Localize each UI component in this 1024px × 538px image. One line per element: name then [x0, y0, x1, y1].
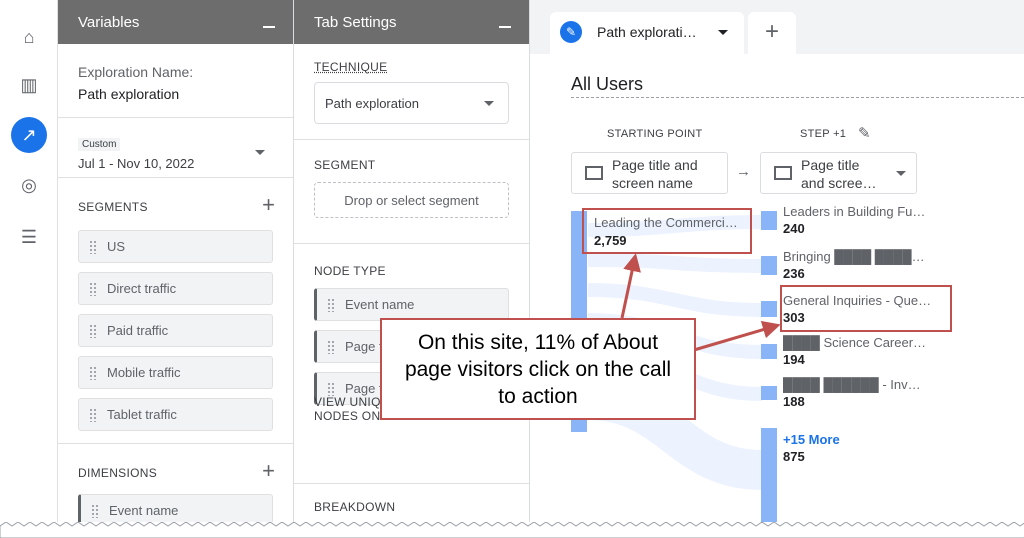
torn-edge — [0, 522, 1024, 538]
annotation-callout: On this site, 11% of About page visitors… — [380, 318, 696, 420]
annotation-arrows — [620, 253, 781, 352]
